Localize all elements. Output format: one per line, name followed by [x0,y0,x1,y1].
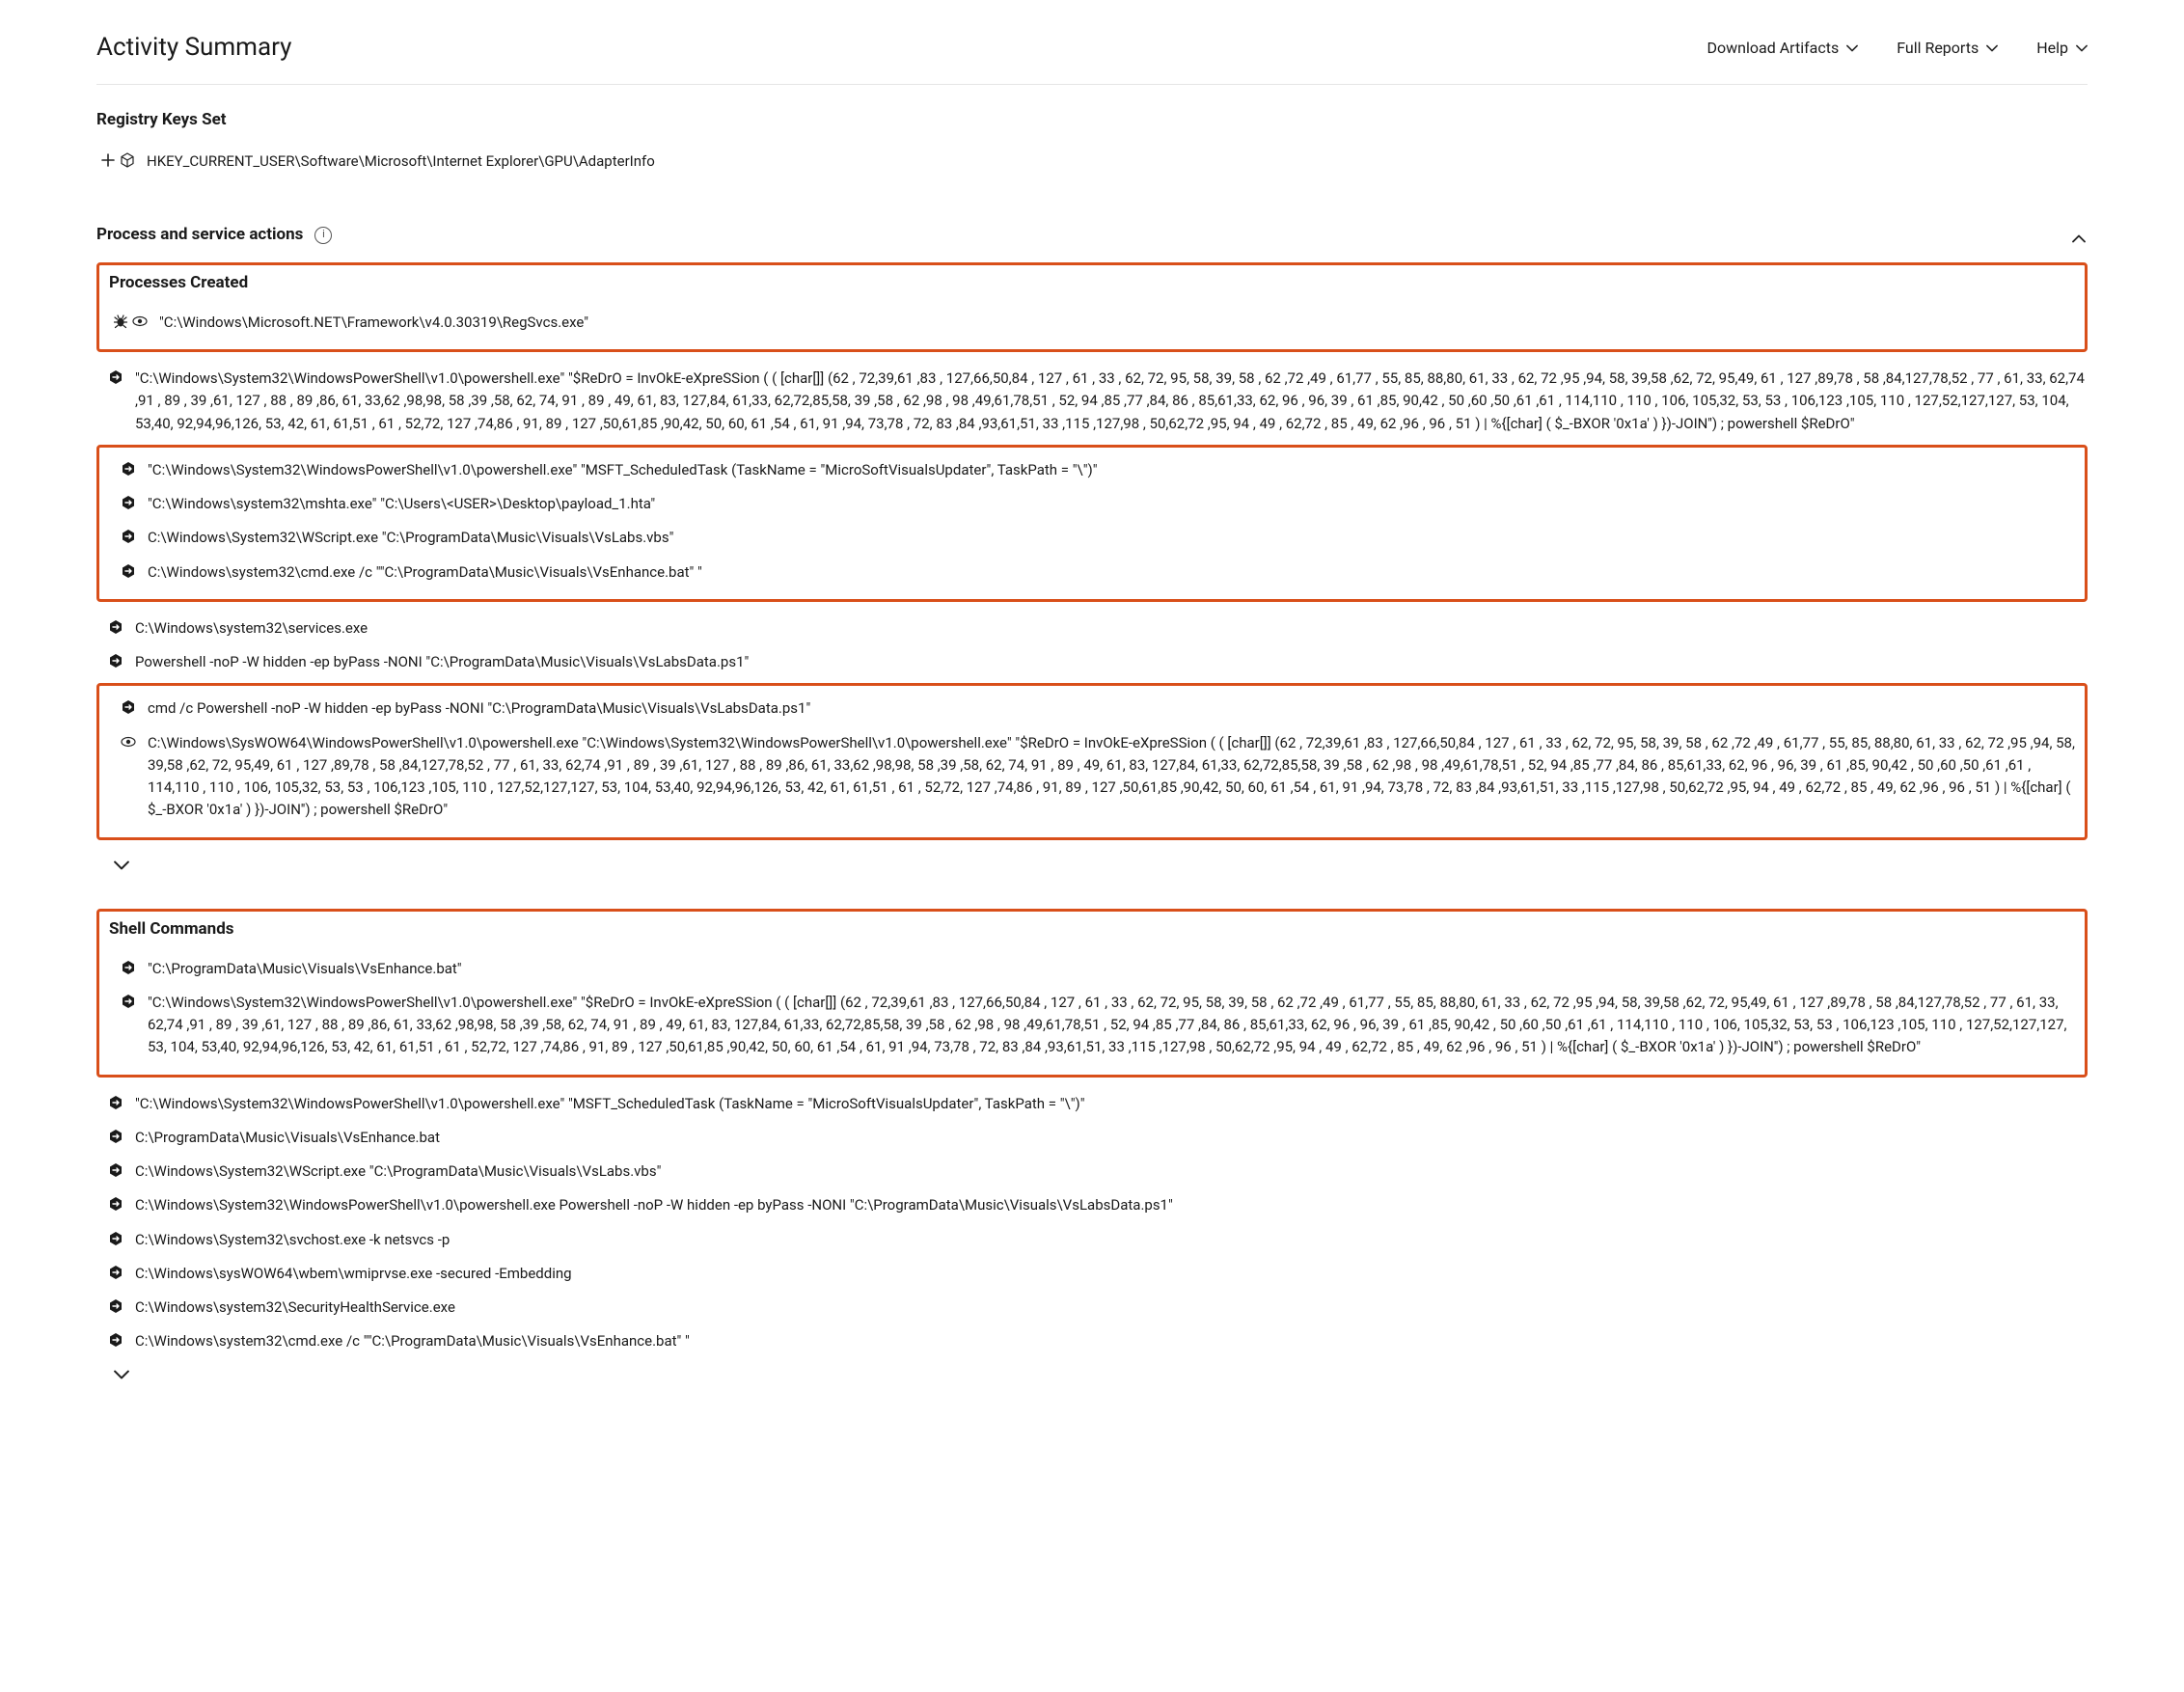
process-row[interactable]: "C:\Windows\System32\WindowsPowerShell\v… [96,362,2088,441]
process-row[interactable]: Powershell -noP -W hidden -ep byPass -NO… [96,645,2088,679]
shell-text: C:\ProgramData\Music\Visuals\VsEnhance.b… [135,1127,2088,1149]
process-text: Powershell -noP -W hidden -ep byPass -NO… [135,651,2088,673]
hex-arrow-icon [121,461,136,477]
chevron-up-icon[interactable] [2072,231,2088,240]
shell-text: C:\Windows\System32\WScript.exe "C:\Prog… [135,1160,2088,1183]
process-row[interactable]: "C:\Windows\System32\WindowsPowerShell\v… [109,453,2075,487]
process-text: "C:\Windows\Microsoft.NET\Framework\v4.0… [159,312,2075,334]
processes-created-highlight-3: cmd /c Powershell -noP -W hidden -ep byP… [96,683,2088,839]
shell-text: C:\Windows\system32\cmd.exe /c ""C:\Prog… [135,1330,2088,1352]
process-row[interactable]: C:\Windows\system32\services.exe [96,612,2088,645]
shell-text: C:\Windows\System32\WindowsPowerShell\v1… [135,1194,2088,1216]
info-icon[interactable]: i [314,227,332,244]
registry-keys-title: Registry Keys Set [96,102,2088,145]
shell-row[interactable]: C:\Windows\sysWOW64\wbem\wmiprvse.exe -s… [96,1257,2088,1291]
page-title: Activity Summary [96,29,291,67]
help-label: Help [2036,37,2068,60]
shell-row[interactable]: "C:\Windows\System32\WindowsPowerShell\v… [109,986,2075,1065]
chevron-down-icon [2076,44,2088,52]
shell-row[interactable]: C:\Windows\system32\SecurityHealthServic… [96,1291,2088,1324]
shell-text: C:\Windows\System32\svchost.exe -k netsv… [135,1229,2088,1251]
shell-row[interactable]: C:\Windows\System32\WScript.exe "C:\Prog… [96,1155,2088,1188]
hex-arrow-icon [121,699,136,715]
registry-key-row[interactable]: HKEY_CURRENT_USER\Software\Microsoft\Int… [96,145,2088,178]
shell-row[interactable]: C:\Windows\System32\WindowsPowerShell\v1… [96,1188,2088,1222]
process-row[interactable]: C:\Windows\system32\cmd.exe /c ""C:\Prog… [109,556,2075,589]
hex-arrow-icon [108,1332,123,1348]
eye-icon [121,734,136,750]
shell-row[interactable]: "C:\ProgramData\Music\Visuals\VsEnhance.… [109,952,2075,986]
download-artifacts-label: Download Artifacts [1707,37,1840,60]
process-text: C:\Windows\system32\services.exe [135,617,2088,640]
chevron-down-icon [114,1369,129,1383]
process-row[interactable]: cmd /c Powershell -noP -W hidden -ep byP… [109,692,2075,725]
hex-arrow-icon [108,369,123,385]
eye-icon [132,314,148,329]
shell-row[interactable]: C:\Windows\system32\cmd.exe /c ""C:\Prog… [96,1324,2088,1358]
shell-row[interactable]: "C:\Windows\System32\WindowsPowerShell\v… [96,1087,2088,1121]
hex-arrow-icon [108,1129,123,1144]
download-artifacts-menu[interactable]: Download Artifacts [1707,37,1859,60]
registry-key-text: HKEY_CURRENT_USER\Software\Microsoft\Int… [147,150,2088,173]
process-text: C:\Windows\SysWOW64\WindowsPowerShell\v1… [148,732,2075,822]
shell-text: C:\Windows\sysWOW64\wbem\wmiprvse.exe -s… [135,1263,2088,1285]
process-service-title: Process and service actions [96,223,303,248]
shell-commands-highlight: Shell Commands "C:\ProgramData\Music\Vis… [96,909,2088,1078]
shell-text: "C:\Windows\System32\WindowsPowerShell\v… [148,992,2075,1059]
full-reports-label: Full Reports [1897,37,1979,60]
process-row[interactable]: C:\Windows\SysWOW64\WindowsPowerShell\v1… [109,726,2075,828]
process-text: C:\Windows\system32\cmd.exe /c ""C:\Prog… [148,561,2075,584]
hex-arrow-icon [108,619,123,635]
hex-arrow-icon [121,495,136,510]
process-text: "C:\Windows\System32\WindowsPowerShell\v… [148,459,2075,481]
process-service-section-header[interactable]: Process and service actions i [96,213,2088,258]
help-menu[interactable]: Help [2036,37,2088,60]
hex-arrow-icon [121,994,136,1009]
hex-arrow-icon [108,1162,123,1178]
hex-arrow-icon [108,653,123,669]
hex-arrow-icon [121,563,136,579]
hex-arrow-icon [108,1265,123,1280]
shell-text: C:\Windows\system32\SecurityHealthServic… [135,1296,2088,1319]
page-header: Activity Summary Download Artifacts Full… [96,19,2088,85]
expand-processes[interactable] [96,850,2088,877]
process-text: C:\Windows\System32\WScript.exe "C:\Prog… [148,527,2075,549]
process-text: "C:\Windows\system32\mshta.exe" "C:\User… [148,493,2075,515]
registry-keys-section: Registry Keys Set HKEY_CURRENT_USER\Soft… [96,85,2088,184]
hex-arrow-icon [121,960,136,975]
hex-arrow-icon [108,1095,123,1110]
shell-row[interactable]: C:\ProgramData\Music\Visuals\VsEnhance.b… [96,1121,2088,1155]
process-row[interactable]: "C:\Windows\Microsoft.NET\Framework\v4.0… [109,306,2075,340]
hex-arrow-icon [121,529,136,544]
shell-row[interactable]: C:\Windows\System32\svchost.exe -k netsv… [96,1223,2088,1257]
chevron-down-icon [1846,44,1858,52]
process-row[interactable]: "C:\Windows\system32\mshta.exe" "C:\User… [109,487,2075,521]
processes-created-highlight-2: "C:\Windows\System32\WindowsPowerShell\v… [96,445,2088,602]
shell-text: "C:\ProgramData\Music\Visuals\VsEnhance.… [148,958,2075,980]
process-text: cmd /c Powershell -noP -W hidden -ep byP… [148,697,2075,720]
plus-icon [100,152,116,168]
shell-text: "C:\Windows\System32\WindowsPowerShell\v… [135,1093,2088,1115]
full-reports-menu[interactable]: Full Reports [1897,37,1998,60]
expand-shell-commands[interactable] [96,1359,2088,1386]
processes-created-title: Processes Created [109,271,2075,306]
chevron-down-icon [1986,44,1998,52]
processes-created-highlight-1: Processes Created "C:\Windows\Microsoft.… [96,262,2088,352]
hex-arrow-icon [108,1298,123,1314]
bug-icon [113,314,128,329]
shell-commands-title: Shell Commands [109,917,2075,952]
chevron-down-icon [114,860,129,874]
hex-arrow-icon [108,1196,123,1212]
process-row[interactable]: C:\Windows\System32\WScript.exe "C:\Prog… [109,521,2075,555]
process-text: "C:\Windows\System32\WindowsPowerShell\v… [135,368,2088,435]
cube-icon [120,152,135,168]
header-actions: Download Artifacts Full Reports Help [1707,37,2088,60]
hex-arrow-icon [108,1231,123,1246]
